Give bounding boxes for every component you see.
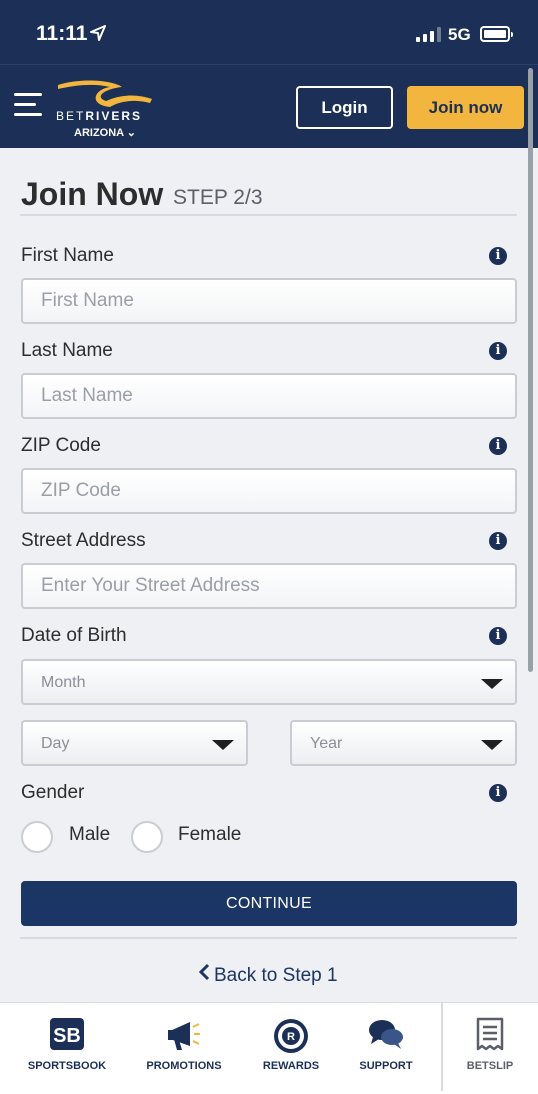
tab-betslip[interactable]: BETSLIP	[450, 1003, 530, 1094]
tab-sportsbook[interactable]: SB SPORTSBOOK	[16, 1003, 118, 1094]
street-address-label: Street Address	[21, 530, 146, 551]
zip-code-label: ZIP Code	[21, 435, 101, 456]
gender-male-radio[interactable]	[21, 821, 53, 853]
network-type: 5G	[448, 25, 471, 44]
tab-support-label: SUPPORT	[359, 1060, 413, 1072]
rewards-badge-icon: R	[274, 1019, 308, 1053]
back-link-label: Back to Step 1	[214, 965, 338, 986]
month-select[interactable]: Month	[21, 659, 517, 705]
tab-betslip-label: BETSLIP	[466, 1060, 514, 1072]
status-bar: 11:11 5G	[0, 0, 538, 64]
dropdown-caret-icon	[481, 740, 503, 750]
tab-rewards[interactable]: R REWARDS	[246, 1003, 336, 1094]
form-divider	[20, 937, 517, 939]
chat-bubbles-icon	[369, 1020, 403, 1049]
status-time: 11:11	[36, 22, 88, 45]
continue-button[interactable]: CONTINUE	[21, 881, 517, 926]
bottom-tab-bar: SB SPORTSBOOK PROMOTIONS R REWARDS SUPPO…	[0, 1002, 538, 1094]
street-address-input[interactable]	[21, 563, 517, 609]
tab-sportsbook-label: SPORTSBOOK	[27, 1060, 107, 1072]
chevron-down-icon: ⌄	[126, 127, 136, 139]
page-title: Join Now	[21, 176, 164, 212]
info-icon[interactable]: i	[489, 627, 507, 645]
first-name-label: First Name	[21, 245, 114, 266]
tab-promotions[interactable]: PROMOTIONS	[134, 1003, 234, 1094]
dropdown-caret-icon	[212, 740, 234, 750]
info-icon[interactable]: i	[489, 247, 507, 265]
info-icon[interactable]: i	[489, 342, 507, 360]
gender-female-radio[interactable]	[131, 821, 163, 853]
chevron-left-icon	[198, 963, 210, 981]
dropdown-caret-icon	[481, 679, 503, 689]
date-of-birth-label: Date of Birth	[21, 625, 127, 646]
info-icon[interactable]: i	[489, 784, 507, 802]
year-select[interactable]: Year	[290, 720, 517, 766]
step-indicator: STEP 2/3	[173, 186, 263, 209]
app-header: BETRIVERS ARIZONA ⌄ Login Join now	[0, 64, 538, 148]
zip-code-input[interactable]	[21, 468, 517, 514]
title-divider	[20, 214, 517, 216]
sportsbook-icon: SB	[50, 1018, 84, 1050]
tab-support[interactable]: SUPPORT	[346, 1003, 426, 1094]
state-selector[interactable]: ARIZONA ⌄	[74, 126, 136, 139]
gender-label: Gender	[21, 782, 85, 803]
day-select[interactable]: Day	[21, 720, 248, 766]
brand-wordmark: BETRIVERS	[56, 109, 143, 123]
river-swoosh-icon	[58, 80, 152, 107]
betslip-receipt-icon	[476, 1017, 504, 1051]
location-arrow-icon	[90, 25, 106, 41]
tab-promotions-label: PROMOTIONS	[146, 1060, 222, 1072]
signal-strength-icon	[416, 26, 441, 42]
tab-rewards-label: REWARDS	[262, 1060, 320, 1072]
brand-logo[interactable]: BETRIVERS ARIZONA ⌄	[54, 79, 154, 139]
megaphone-icon	[168, 1022, 200, 1050]
info-icon[interactable]: i	[489, 532, 507, 550]
login-button[interactable]: Login	[296, 86, 393, 129]
info-icon[interactable]: i	[489, 437, 507, 455]
last-name-label: Last Name	[21, 340, 113, 361]
last-name-input[interactable]	[21, 373, 517, 419]
hamburger-menu-icon[interactable]	[14, 93, 42, 117]
year-select-value: Year	[310, 735, 343, 752]
gender-female-label[interactable]: Female	[178, 824, 241, 846]
day-select-value: Day	[41, 735, 70, 752]
tab-divider	[441, 1003, 443, 1091]
battery-icon	[480, 26, 513, 42]
first-name-input[interactable]	[21, 278, 517, 324]
svg-text:R: R	[287, 1031, 295, 1043]
scrollbar[interactable]	[528, 68, 533, 672]
join-now-button[interactable]: Join now	[407, 86, 524, 129]
back-to-step-link[interactable]: Back to Step 1	[198, 963, 338, 987]
month-select-value: Month	[41, 674, 86, 691]
svg-text:SB: SB	[53, 1025, 81, 1047]
gender-male-label[interactable]: Male	[69, 824, 110, 846]
